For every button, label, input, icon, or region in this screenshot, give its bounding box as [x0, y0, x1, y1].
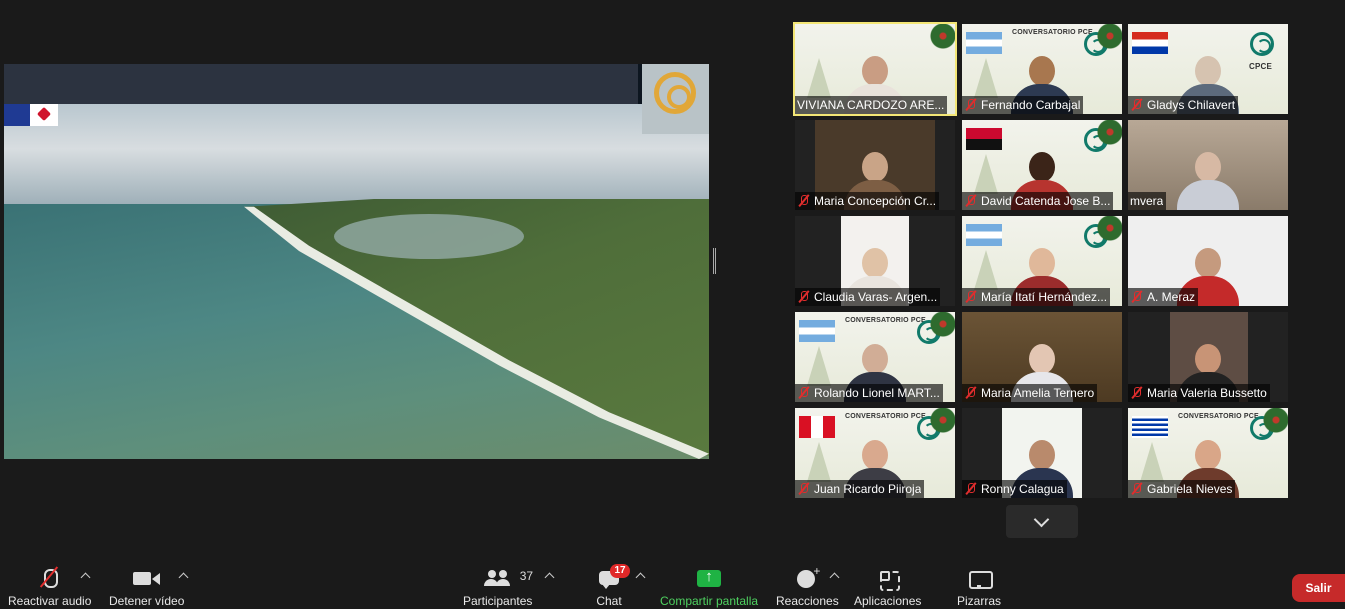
- emoji-reaction-icon: [787, 560, 827, 594]
- tree-icon: [974, 58, 998, 98]
- video-tile[interactable]: CONVERSATORIO PCE Fernando Carbajal: [962, 24, 1122, 114]
- pce-logo-icon: [1250, 32, 1274, 56]
- paraguay-flag-icon: [1132, 32, 1168, 54]
- video-tile[interactable]: VIVIANA CARDOZO ARE...: [793, 22, 957, 116]
- participants-icon: 37: [478, 560, 533, 594]
- apps-icon: [868, 560, 908, 594]
- participant-name-tag: Gabriela Nieves: [1128, 480, 1236, 498]
- participant-video: [1177, 152, 1239, 210]
- participant-name-tag: Juan Ricardo Piiroja: [795, 480, 925, 498]
- participant-name-tag: Claudia Varas- Argen...: [795, 288, 941, 306]
- muted-mic-icon: [964, 482, 978, 496]
- split-view-handle[interactable]: [713, 248, 716, 274]
- muted-mic-icon: [1130, 290, 1144, 304]
- muted-mic-icon: [964, 386, 978, 400]
- leave-meeting-button[interactable]: Salir: [1292, 574, 1345, 602]
- participant-name-tag: mvera: [1128, 192, 1167, 210]
- share-screen-icon: [689, 560, 729, 594]
- wreath-icon: [1258, 408, 1288, 438]
- participant-name-tag: Maria Valeria Bussetto: [1128, 384, 1270, 402]
- argentina-flag-icon: [966, 224, 1002, 246]
- wreath-icon: [1092, 216, 1122, 246]
- gallery-next-page-button[interactable]: [1006, 505, 1078, 538]
- reactions-button[interactable]: Reacciones: [776, 560, 839, 609]
- angola-flag-icon: [966, 128, 1002, 150]
- participant-name-tag: Gladys Chilavert: [1128, 96, 1239, 114]
- whiteboards-button[interactable]: Pizarras: [957, 560, 1001, 609]
- wreath-icon: [925, 312, 955, 342]
- argentina-flag-icon: [966, 32, 1002, 54]
- participant-name-tag: Maria Concepción Cr...: [795, 192, 940, 210]
- wreath-icon: [1092, 120, 1122, 150]
- video-tile[interactable]: Maria Amelia Ternero: [962, 312, 1122, 402]
- video-tile[interactable]: Claudia Varas- Argen...: [795, 216, 955, 306]
- muted-mic-icon: [797, 386, 811, 400]
- whiteboard-icon: [959, 560, 999, 594]
- participant-name-tag: Ronny Calagua: [962, 480, 1067, 498]
- video-tile[interactable]: mvera: [1128, 120, 1288, 210]
- video-tile[interactable]: A. Meraz: [1128, 216, 1288, 306]
- participants-options-caret-icon[interactable]: [544, 572, 555, 583]
- tree-icon: [807, 346, 831, 386]
- meeting-toolbar: Reactivar audio Detener vídeo 37 Partici…: [0, 560, 1345, 609]
- participants-button[interactable]: 37 Participantes: [463, 560, 533, 609]
- shared-screen-sky: [4, 104, 709, 204]
- tree-icon: [974, 154, 998, 194]
- muted-mic-icon: [1130, 482, 1144, 496]
- apps-button[interactable]: Aplicaciones: [854, 560, 921, 609]
- video-tile[interactable]: Maria Concepción Cr...: [795, 120, 955, 210]
- video-tile[interactable]: CONVERSATORIO PCE Rolando Lionel MART...: [795, 312, 955, 402]
- wreath-icon: [925, 24, 955, 54]
- muted-mic-icon: [964, 98, 978, 112]
- wreath-icon: [1092, 24, 1122, 54]
- video-tile[interactable]: David Catenda Jose B...: [962, 120, 1122, 210]
- panama-flag-icon: [4, 104, 58, 126]
- participant-name-tag: A. Meraz: [1128, 288, 1199, 306]
- chat-button[interactable]: 17 Chat: [589, 560, 630, 609]
- muted-mic-icon: [1130, 386, 1144, 400]
- participant-name-tag: VIVIANA CARDOZO ARE...: [795, 96, 948, 114]
- video-camera-icon: [127, 560, 167, 594]
- argentina-flag-icon: [799, 320, 835, 342]
- unmute-audio-button[interactable]: Reactivar audio: [8, 560, 91, 609]
- chat-unread-badge: 17: [610, 564, 630, 578]
- video-tile[interactable]: CONVERSATORIO PCE Gabriela Nieves: [1128, 408, 1288, 498]
- shared-screen-topbar: [4, 64, 638, 104]
- video-tile[interactable]: Ronny Calagua: [962, 408, 1122, 498]
- tree-icon: [1140, 442, 1164, 482]
- video-tile[interactable]: María Itatí Hernández...: [962, 216, 1122, 306]
- muted-mic-icon: [964, 194, 978, 208]
- tree-icon: [807, 58, 831, 98]
- video-tile[interactable]: Maria Valeria Bussetto: [1128, 312, 1288, 402]
- participant-name-tag: Fernando Carbajal: [962, 96, 1084, 114]
- muted-mic-icon: [797, 290, 811, 304]
- participant-name-tag: Rolando Lionel MART...: [795, 384, 943, 402]
- muted-mic-icon: [797, 482, 811, 496]
- peru-flag-icon: [799, 416, 835, 438]
- participant-name-tag: Maria Amelia Ternero: [962, 384, 1098, 402]
- participant-name-tag: María Itatí Hernández...: [962, 288, 1111, 306]
- tree-icon: [974, 250, 998, 290]
- meeting-stage: VIVIANA CARDOZO ARE... CONVERSATORIO PCE…: [0, 0, 1345, 560]
- participants-count: 37: [519, 569, 534, 583]
- share-screen-button[interactable]: Compartir pantalla: [660, 560, 758, 609]
- muted-mic-icon: [30, 560, 70, 594]
- uruguay-flag-icon: [1132, 416, 1168, 438]
- muted-mic-icon: [1130, 98, 1144, 112]
- shared-screen-lagoon: [334, 214, 524, 259]
- tree-icon: [807, 442, 831, 482]
- muted-mic-icon: [964, 290, 978, 304]
- video-tile[interactable]: CONVERSATORIO PCE Juan Ricardo Piiroja: [795, 408, 955, 498]
- video-tile[interactable]: CPCE Gladys Chilavert: [1128, 24, 1288, 114]
- shared-screen[interactable]: [4, 64, 709, 459]
- chat-options-caret-icon[interactable]: [635, 572, 646, 583]
- wreath-icon: [925, 408, 955, 438]
- chat-icon: 17: [589, 560, 630, 594]
- participant-name-tag: David Catenda Jose B...: [962, 192, 1114, 210]
- muted-mic-icon: [797, 194, 811, 208]
- stop-video-button[interactable]: Detener vídeo: [109, 560, 184, 609]
- conversatorio-logo-icon: [654, 72, 696, 114]
